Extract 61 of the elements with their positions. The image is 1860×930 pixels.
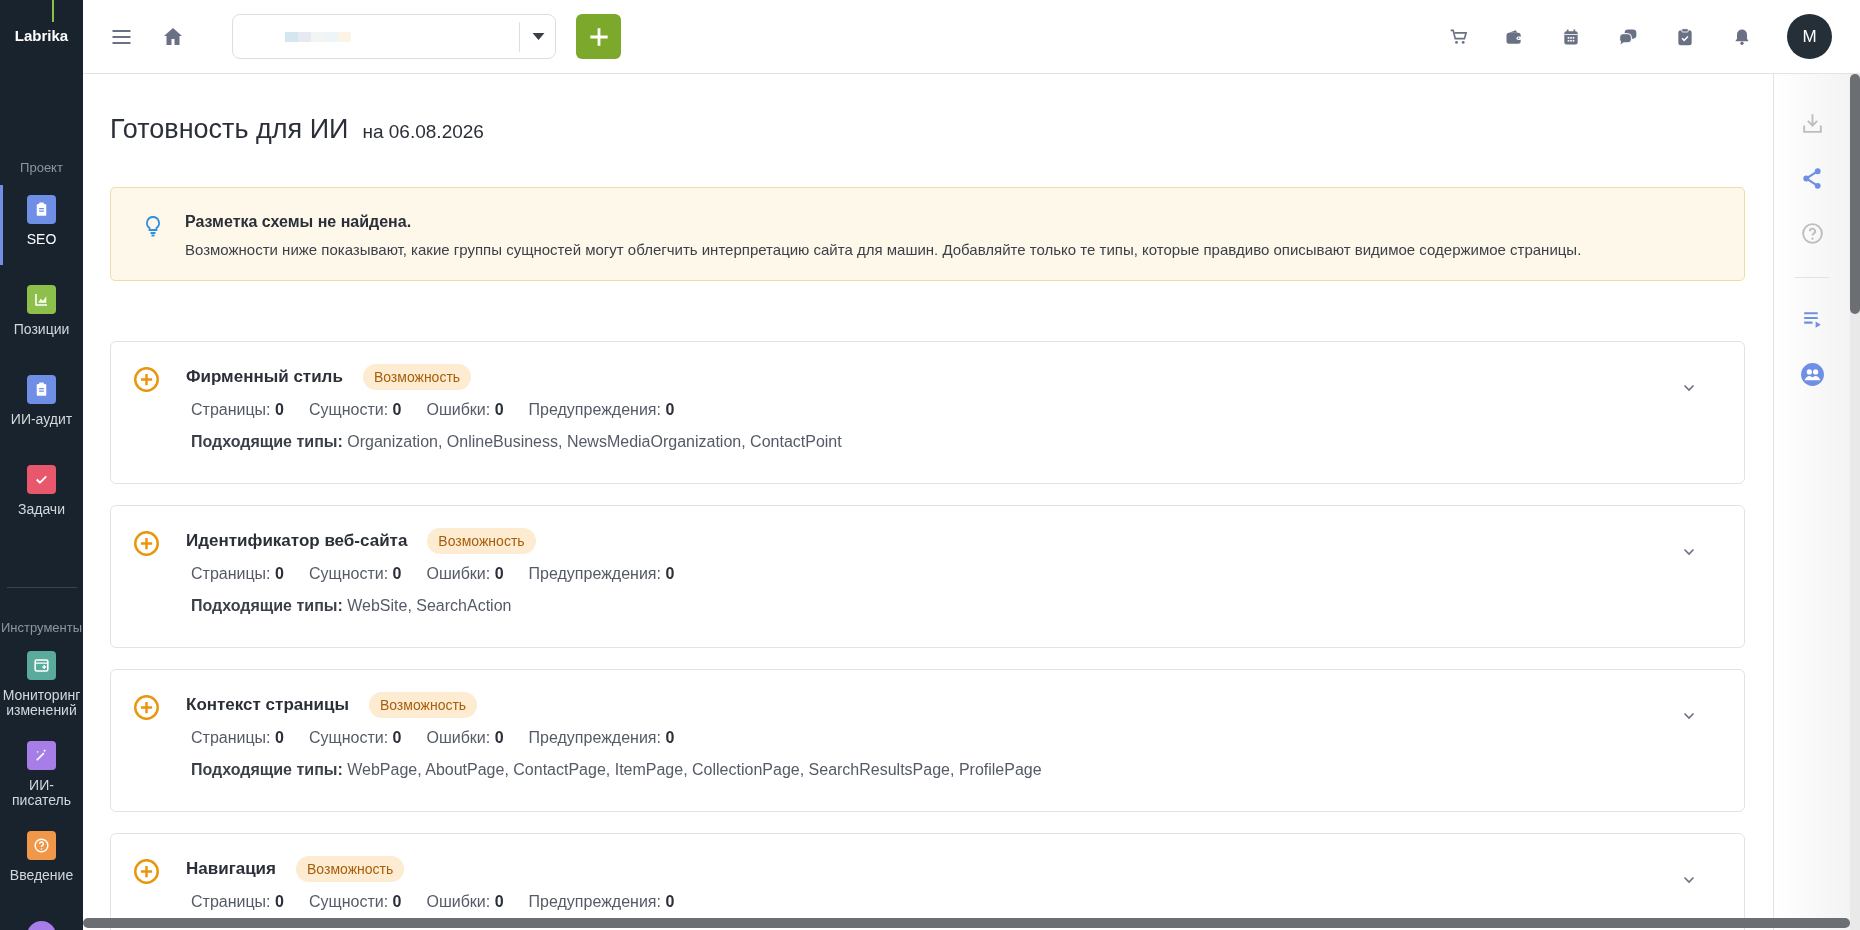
- sidebar-item[interactable]: Введение: [0, 825, 83, 915]
- card-title: Фирменный стиль: [186, 367, 343, 387]
- stat-text: Ошибки: 0: [426, 729, 504, 747]
- calendar-plus-icon: [32, 656, 51, 675]
- vertical-scrollbar[interactable]: [1850, 74, 1860, 930]
- status-badge: Возможность: [427, 528, 536, 554]
- chevron-icon: [1683, 548, 1695, 556]
- sidebar-item[interactable]: SEO: [0, 189, 83, 279]
- status-badge: Возможность: [362, 364, 472, 390]
- stat-text: Предупреждения: 0: [528, 565, 675, 583]
- stat-text: Предупреждения: 0: [528, 729, 675, 747]
- page-date: на 06.08.2026: [362, 121, 484, 143]
- types-text: Подходящие типы: Organization, OnlineBusiness, NewsMediaOrganization, ContactPoint: [190, 433, 843, 451]
- scrollbar-thumb[interactable]: [1850, 74, 1860, 314]
- sidebar-item[interactable]: Мониторинг изменений: [0, 645, 83, 735]
- stat-text: Сущности: 0: [308, 729, 402, 747]
- stat-text: Сущности: 0: [308, 893, 402, 911]
- logo-text: Labrika: [14, 27, 69, 44]
- types-text: Подходящие типы: WebPage, AboutPage, ContactPage, ItemPage, CollectionPage, SearchResultsPage, ProfilePage: [190, 761, 1043, 779]
- stat-text: Предупреждения: 0: [528, 401, 675, 419]
- stat-text: Ошибки: 0: [426, 565, 504, 583]
- add-button[interactable]: [576, 14, 621, 59]
- avatar[interactable]: M: [1787, 14, 1832, 59]
- chevron-icon: [1683, 876, 1695, 884]
- types-text: Подходящие типы: WebSite, SearchAction: [190, 597, 513, 615]
- stat-text: Ошибки: 0: [426, 401, 504, 419]
- status-badge: Возможность: [368, 692, 478, 718]
- stat-text: Сущности: 0: [308, 401, 402, 419]
- sidebar-item[interactable]: Позиции: [0, 279, 83, 369]
- plus-circle-icon: [133, 530, 160, 557]
- caret-icon: [532, 32, 545, 41]
- help-icon: [1799, 221, 1825, 246]
- stat-text: Страницы: 0: [191, 401, 284, 419]
- plus-circle-icon: [133, 366, 160, 393]
- stat-text: Сущности: 0: [308, 565, 402, 583]
- stat-text: Страницы: 0: [191, 565, 284, 583]
- chevron-icon: [1683, 384, 1695, 392]
- sidebar-item[interactable]: ИИ-писатель: [0, 735, 83, 825]
- logo[interactable]: Labrika: [0, 0, 83, 74]
- page-title: Готовность для ИИ: [110, 114, 349, 145]
- people-icon: [1799, 362, 1825, 387]
- alert-text: Возможности ниже показывают, какие группы сущностей могут облегчить интерпретацию сайта для машин. Добавляйте только те типы, которые правдиво описывают видимое содержимое страницы.: [185, 241, 1582, 258]
- sidebar-item[interactable]: Задачи: [0, 459, 83, 549]
- section-label: Инструменты: [0, 620, 83, 635]
- status-badge: Возможность: [296, 856, 405, 882]
- chevron-icon: [1683, 712, 1695, 720]
- card-title: Навигация: [186, 859, 276, 879]
- stat-text: Страницы: 0: [191, 729, 284, 747]
- sidebar-item[interactable]: ИИ-аудит: [0, 369, 83, 459]
- section-label: Проект: [20, 160, 63, 175]
- plus-circle-icon: [133, 858, 160, 885]
- horizontal-scrollbar[interactable]: [83, 918, 1850, 928]
- stat-text: Ошибки: 0: [426, 893, 504, 911]
- card-title: Идентификатор веб-сайта: [186, 531, 408, 551]
- alert-title: Разметка схемы не найдена.: [185, 213, 413, 231]
- plus-circle-icon: [133, 694, 160, 721]
- blurred-value: [285, 31, 351, 42]
- stat-text: Страницы: 0: [191, 893, 284, 911]
- card-title: Контекст страницы: [186, 695, 349, 715]
- stat-text: Предупреждения: 0: [528, 893, 675, 911]
- question-icon: [32, 836, 51, 855]
